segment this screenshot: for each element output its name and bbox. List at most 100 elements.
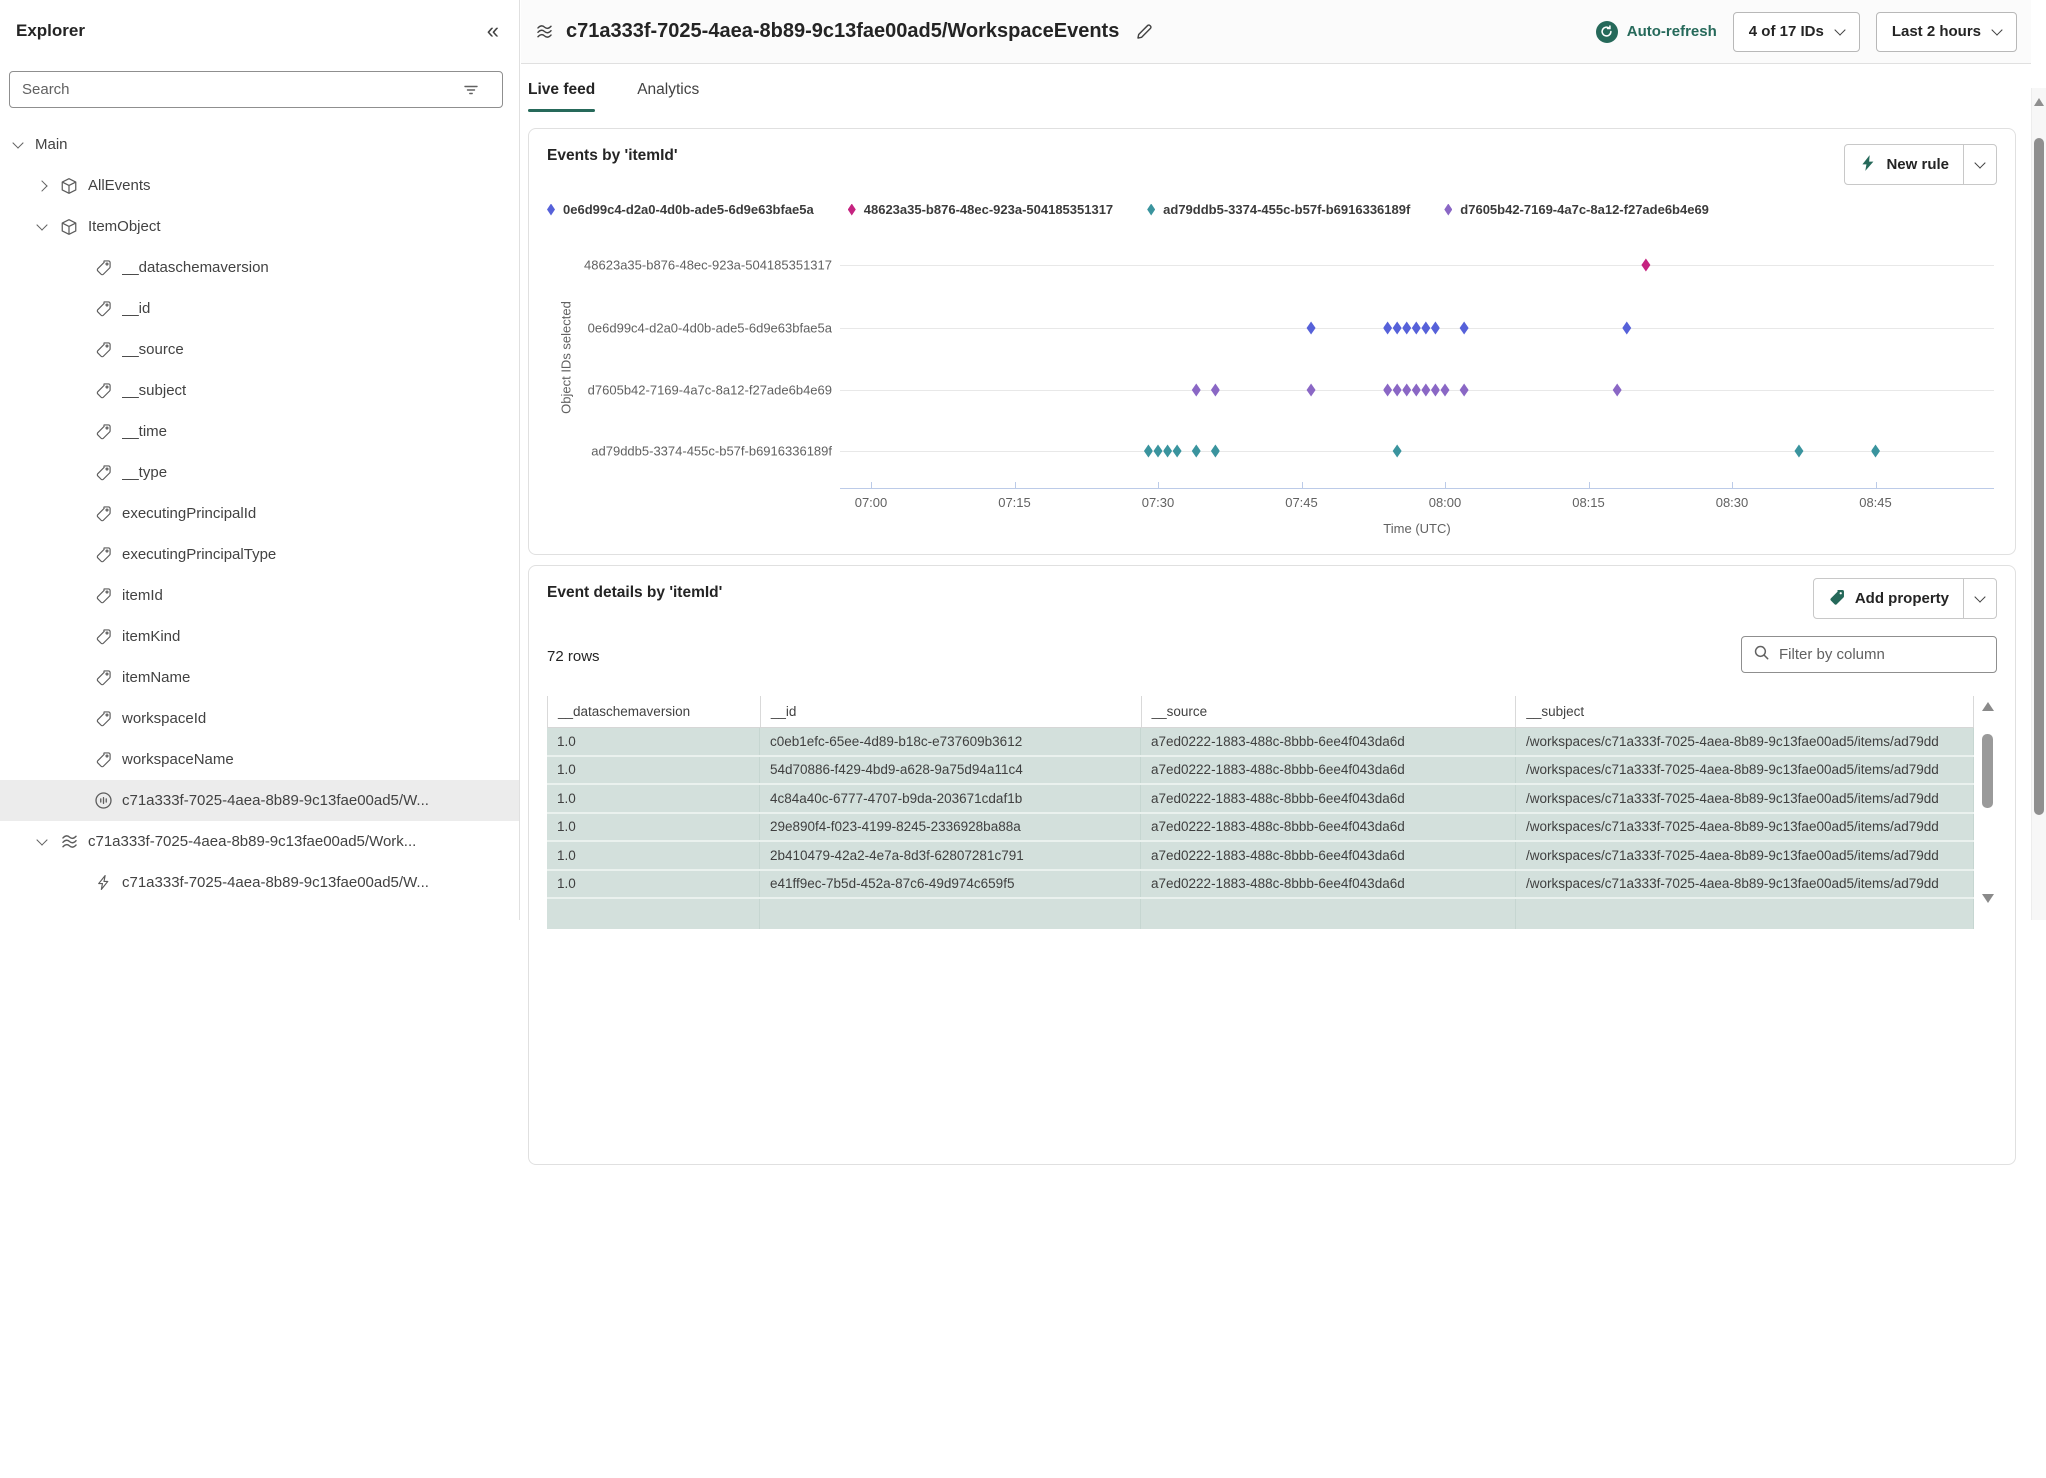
auto-refresh-toggle[interactable]: Auto-refresh <box>1596 21 1717 43</box>
column-header-source[interactable]: __source <box>1142 696 1517 727</box>
chevron-down-icon <box>1834 24 1845 35</box>
tree-item-c71a333f-7025-4aea-8b89-9c13fae00ad5-work-[interactable]: c71a333f-7025-4aea-8b89-9c13fae00ad5/Wor… <box>0 821 519 862</box>
column-header-subject[interactable]: __subject <box>1516 696 1974 727</box>
category-label: ad79ddb5-3374-455c-b57f-b6916336189f <box>529 444 832 459</box>
tree-item-allevents[interactable]: AllEvents <box>0 165 519 206</box>
time-range-dropdown[interactable]: Last 2 hours <box>1876 12 2017 52</box>
refresh-icon <box>1596 21 1618 43</box>
cube-icon <box>59 176 79 196</box>
page-scrollbar[interactable] <box>2031 88 2046 920</box>
column-header-id[interactable]: __id <box>761 696 1142 727</box>
chevron-right-icon[interactable] <box>36 180 47 191</box>
chevron-down-icon[interactable] <box>36 219 47 230</box>
tag-icon <box>93 709 113 729</box>
tree-item-c71a333f-7025-4aea-8b89-9c13fae00ad5-w-[interactable]: c71a333f-7025-4aea-8b89-9c13fae00ad5/W..… <box>0 780 519 821</box>
add-property-button[interactable]: Add property <box>1813 578 1997 619</box>
data-point-diamond <box>1211 384 1220 397</box>
edit-title-icon[interactable] <box>1135 22 1154 41</box>
collapse-sidebar-icon[interactable]: « <box>487 20 499 42</box>
table-row[interactable]: 1.0e41ff9ec-7b5d-452a-87c6-49d974c659f5a… <box>547 871 1974 900</box>
filter-column-input[interactable] <box>1779 646 1985 663</box>
tree-item-label: workspaceName <box>122 751 234 768</box>
category-label: 0e6d99c4-d2a0-4d0b-ade5-6d9e63bfae5a <box>529 321 832 336</box>
table-cell <box>1516 899 1974 929</box>
tree-item-executingprincipalid[interactable]: executingPrincipalId <box>0 493 519 534</box>
tree-item-__source[interactable]: __source <box>0 329 519 370</box>
details-panel-title: Event details by 'itemId' <box>547 584 722 602</box>
table-row[interactable]: 1.02b410479-42a2-4e7a-8d3f-62807281c791a… <box>547 842 1974 871</box>
data-point-diamond <box>1431 322 1440 335</box>
table-cell <box>547 899 760 929</box>
tree-item-__time[interactable]: __time <box>0 411 519 452</box>
table-cell: /workspaces/c71a333f-7025-4aea-8b89-9c13… <box>1516 842 1974 869</box>
tab-bar: Live feed Analytics <box>528 64 699 116</box>
table-cell: a7ed0222-1883-488c-8bbb-6ee4f043da6d <box>1141 785 1516 812</box>
x-tick-mark <box>1876 482 1877 488</box>
tree-item-label: AllEvents <box>88 177 151 194</box>
time-range-label: Last 2 hours <box>1892 23 1981 40</box>
table-row[interactable]: 1.04c84a40c-6777-4707-b9da-203671cdaf1ba… <box>547 785 1974 814</box>
tree-item-c71a333f-7025-4aea-8b89-9c13fae00ad5-w-[interactable]: c71a333f-7025-4aea-8b89-9c13fae00ad5/W..… <box>0 862 519 903</box>
x-tick-mark <box>1015 482 1016 488</box>
tree-item-workspacename[interactable]: workspaceName <box>0 739 519 780</box>
add-property-label: Add property <box>1855 590 1949 607</box>
events-panel-title: Events by 'itemId' <box>547 147 678 165</box>
tab-analytics[interactable]: Analytics <box>637 64 699 116</box>
gridline <box>840 265 1994 266</box>
data-point-diamond <box>1412 322 1421 335</box>
chevron-down-icon[interactable] <box>36 834 47 845</box>
chevron-down-icon[interactable] <box>12 137 23 148</box>
column-header-dataschemaversion[interactable]: __dataschemaversion <box>548 696 761 727</box>
tree-item-workspaceid[interactable]: workspaceId <box>0 698 519 739</box>
filter-icon[interactable] <box>461 80 481 100</box>
filter-column-box[interactable] <box>1741 636 1997 673</box>
tree-item-__subject[interactable]: __subject <box>0 370 519 411</box>
x-axis-title: Time (UTC) <box>840 521 1994 536</box>
legend-marker-diamond <box>547 204 555 216</box>
x-tick-mark <box>1589 482 1590 488</box>
details-table: __dataschemaversion__id__source__subject… <box>547 696 1974 929</box>
tree-item-itemkind[interactable]: itemKind <box>0 616 519 657</box>
tab-live-feed[interactable]: Live feed <box>528 64 595 116</box>
tree-item-__dataschemaversion[interactable]: __dataschemaversion <box>0 247 519 288</box>
legend-item[interactable]: 0e6d99c4-d2a0-4d0b-ade5-6d9e63bfae5a <box>547 202 814 217</box>
explorer-tree: Main AllEvents ItemObject__dataschemaversi… <box>0 124 519 903</box>
table-cell: 4c84a40c-6777-4707-b9da-203671cdaf1b <box>760 785 1141 812</box>
tree-item-label: __subject <box>122 382 186 399</box>
tree-item-itemobject[interactable]: ItemObject <box>0 206 519 247</box>
tree-item-label: workspaceId <box>122 710 206 727</box>
table-row[interactable]: 1.054d70886-f429-4bd9-a628-9a75d94a11c4a… <box>547 757 1974 786</box>
table-cell: a7ed0222-1883-488c-8bbb-6ee4f043da6d <box>1141 757 1516 784</box>
scroll-up-icon[interactable] <box>1982 702 1994 711</box>
add-property-dropdown[interactable] <box>1963 579 1996 618</box>
table-row[interactable]: 1.0c0eb1efc-65ee-4d89-b18c-e737609b3612a… <box>547 728 1974 757</box>
page-scrollbar-thumb[interactable] <box>2034 138 2044 815</box>
table-row-partial[interactable] <box>547 899 1974 929</box>
tree-item-itemname[interactable]: itemName <box>0 657 519 698</box>
scroll-down-icon[interactable] <box>1982 894 1994 903</box>
tree-item-label: executingPrincipalId <box>122 505 256 522</box>
data-point-diamond <box>1431 384 1440 397</box>
tree-item-executingprincipaltype[interactable]: executingPrincipalType <box>0 534 519 575</box>
category-label: d7605b42-7169-4a7c-8a12-f27ade6b4e69 <box>529 383 832 398</box>
tree-item-__id[interactable]: __id <box>0 288 519 329</box>
tag-icon <box>93 668 113 688</box>
tree-item-__type[interactable]: __type <box>0 452 519 493</box>
table-cell: 1.0 <box>547 871 760 898</box>
scroll-up-icon[interactable] <box>2034 98 2044 106</box>
tag-icon <box>1828 588 1846 610</box>
tree-item-itemid[interactable]: itemId <box>0 575 519 616</box>
ids-dropdown[interactable]: 4 of 17 IDs <box>1733 12 1860 52</box>
event-details-panel: Event details by 'itemId' Add property 7… <box>528 565 2016 1165</box>
table-cell: 1.0 <box>547 842 760 869</box>
gridline <box>840 451 1994 452</box>
data-point-diamond <box>1383 384 1392 397</box>
table-scrollbar[interactable] <box>1976 698 2000 1478</box>
tree-item-main[interactable]: Main <box>0 124 519 165</box>
data-point-diamond <box>1154 445 1163 458</box>
search-input[interactable] <box>22 81 453 98</box>
sidebar-search-box[interactable] <box>9 71 503 108</box>
table-scrollbar-thumb[interactable] <box>1982 734 1993 808</box>
tag-icon <box>93 750 113 770</box>
table-row[interactable]: 1.029e890f4-f023-4199-8245-2336928ba88aa… <box>547 814 1974 843</box>
